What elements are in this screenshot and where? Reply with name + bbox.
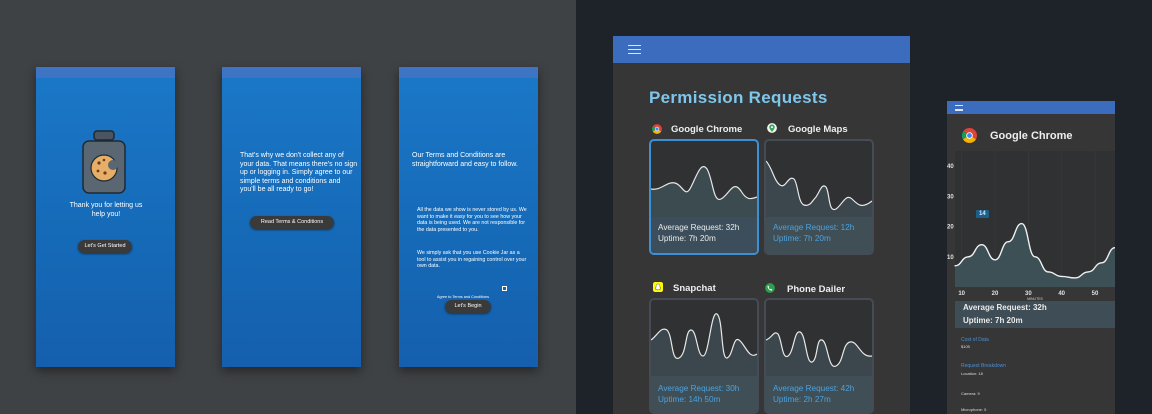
terms-paragraph-1: All the data we show is never stored by … <box>417 207 527 233</box>
status-bar <box>36 67 175 78</box>
microphone-requests: Microphone: 5 <box>961 407 987 412</box>
data-point <box>1074 277 1076 279</box>
data-point <box>1007 241 1009 243</box>
agree-terms-checkbox[interactable]: Agree to Terms and Conditions <box>437 285 507 299</box>
privacy-message: That's why we don't collect any of your … <box>240 152 358 193</box>
app-name-phone-dailer: Phone Dailer <box>787 284 846 295</box>
app-name-chrome: Google Chrome <box>671 124 743 135</box>
chrome-icon <box>652 124 662 134</box>
status-bar <box>399 67 538 78</box>
agree-terms-label: Agree to Terms and Conditions <box>437 295 490 299</box>
onboarding-screen-3: Our Terms and Conditions are straightfor… <box>399 67 538 367</box>
welcome-message: Thank you for letting us help you! <box>69 202 143 218</box>
phone-icon <box>765 283 775 293</box>
camera-requests: Camera: 9 <box>961 391 980 396</box>
detail-title: Google Chrome <box>990 130 1073 142</box>
snapchat-icon <box>653 282 663 292</box>
checkbox-box[interactable] <box>502 286 507 291</box>
app-card-chrome[interactable]: Average Request: 32h Uptime: 7h 20m <box>649 139 759 255</box>
data-point <box>1021 222 1023 225</box>
uptime-snapchat: Uptime: 14h 50m <box>658 395 721 404</box>
average-request-maps: Average Request: 12h <box>773 223 855 232</box>
average-request-chrome: Average Request: 32h <box>658 223 740 232</box>
maps-icon <box>767 123 777 133</box>
y-tick-label: 20 <box>947 225 954 231</box>
chrome-icon <box>962 128 977 143</box>
app-bar <box>613 36 910 63</box>
location-requests: Location: 18 <box>961 371 983 376</box>
menu-icon[interactable] <box>955 105 963 111</box>
x-tick-label: 10 <box>958 291 965 297</box>
cost-of-data-heading: Cost of Data <box>961 337 989 343</box>
uptime-chrome: Uptime: 7h 20m <box>658 234 716 243</box>
read-terms-button[interactable]: Read Terms & Conditions <box>250 216 334 229</box>
y-tick-label: 10 <box>947 255 954 261</box>
menu-icon[interactable] <box>628 45 641 54</box>
app-detail-screen: Google Chrome 40 30 20 10 10 20 30 40 50 MINUTES … <box>947 101 1115 414</box>
data-point <box>954 265 956 267</box>
app-card-phone-dailer[interactable]: Average Request: 42h Uptime: 2h 27m <box>764 298 874 414</box>
permission-requests-screen: Permission Requests Google Chrome Averag… <box>613 36 910 414</box>
onboarding-screen-2: That's why we don't collect any of your … <box>222 67 361 367</box>
y-tick-label: 30 <box>947 194 954 200</box>
detail-uptime: Uptime: 7h 20m <box>963 316 1023 325</box>
data-point <box>994 259 996 261</box>
uptime-maps: Uptime: 7h 20m <box>773 234 831 243</box>
data-point <box>1087 271 1089 273</box>
cookie-jar-icon <box>82 130 126 194</box>
get-started-button[interactable]: Let's Get Started <box>78 240 132 253</box>
data-point <box>981 244 983 246</box>
detail-average-request: Average Request: 32h <box>963 303 1047 312</box>
y-tick-label: 40 <box>947 164 954 170</box>
x-tick-label: 50 <box>1092 291 1099 297</box>
status-bar <box>222 67 361 78</box>
app-name-snapchat: Snapchat <box>673 283 716 294</box>
average-request-phone-dailer: Average Request: 42h <box>773 384 855 393</box>
terms-paragraph-2: We simply ask that you use Cookie Jar as… <box>417 250 527 270</box>
data-point <box>1101 262 1103 264</box>
data-point <box>1034 256 1036 258</box>
app-card-maps[interactable]: Average Request: 12h Uptime: 7h 20m <box>764 139 874 255</box>
app-bar <box>947 101 1115 114</box>
peak-value-badge: 14 <box>976 210 989 218</box>
x-tick-label: 40 <box>1058 291 1065 297</box>
uptime-phone-dailer: Uptime: 2h 27m <box>773 395 831 404</box>
page-title: Permission Requests <box>649 88 828 107</box>
request-breakdown-heading: Request Breakdown <box>961 363 1007 369</box>
app-name-maps: Google Maps <box>788 124 848 135</box>
average-request-snapchat: Average Request: 30h <box>658 384 740 393</box>
data-point <box>1061 275 1063 278</box>
cost-of-data-value: $105 <box>961 344 970 349</box>
lets-begin-button[interactable]: Let's Begin <box>445 300 491 313</box>
x-tick-label: 20 <box>992 291 999 297</box>
data-point <box>1047 271 1049 273</box>
data-point <box>967 256 969 258</box>
app-card-snapchat[interactable]: Average Request: 30h Uptime: 14h 50m <box>649 298 759 414</box>
terms-intro: Our Terms and Conditions are straightfor… <box>412 152 518 168</box>
detail-usage-chart: 4030201010 20 30 40 50MINUTES <box>947 151 1115 301</box>
onboarding-screen-1: Thank you for letting us help you! Let's… <box>36 67 175 367</box>
